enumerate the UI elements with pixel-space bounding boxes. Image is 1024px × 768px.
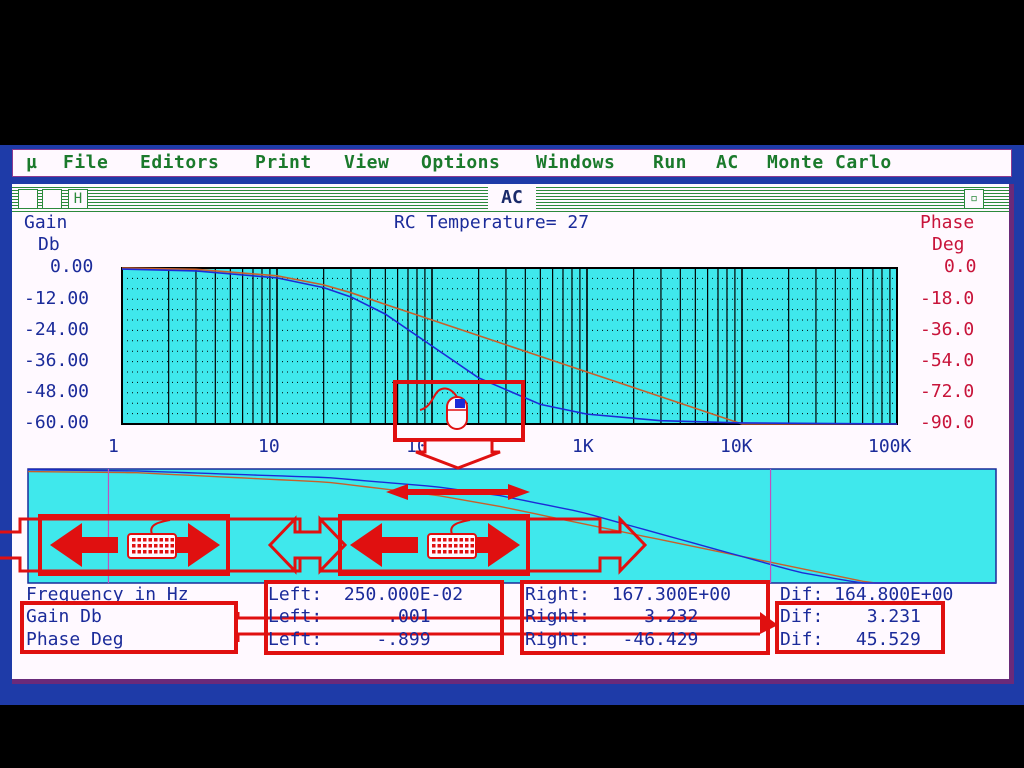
dif-highlight-box [775, 601, 945, 654]
left-values-highlight-box [264, 580, 504, 655]
label-highlight-box [20, 601, 238, 654]
right-values-highlight-box [520, 580, 770, 655]
callout-pointer [415, 438, 501, 470]
main-plot-area[interactable] [121, 267, 898, 425]
